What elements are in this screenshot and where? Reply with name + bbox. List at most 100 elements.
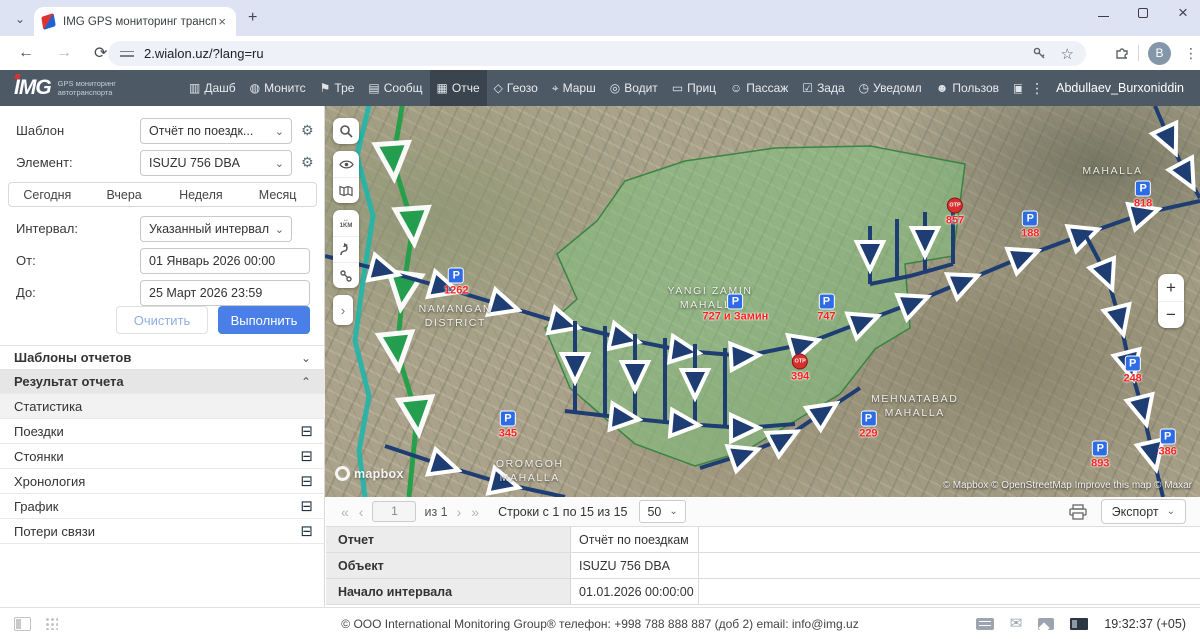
back-icon[interactable]: ←: [18, 44, 34, 62]
zoom-in-button[interactable]: +: [1158, 274, 1184, 301]
extensions-icon[interactable]: [1114, 45, 1130, 61]
table-icon[interactable]: ⊟: [300, 474, 313, 489]
first-page-icon[interactable]: «: [336, 504, 354, 520]
tab-close-icon[interactable]: ×: [216, 14, 228, 29]
window-restore-icon[interactable]: [1136, 6, 1150, 20]
mapbox-logo[interactable]: mapbox: [335, 466, 404, 481]
execute-button[interactable]: Выполнить: [218, 306, 310, 334]
nav-item-notifications[interactable]: ◷Уведомл: [852, 70, 929, 106]
bookmark-star-icon[interactable]: ☆: [1061, 45, 1074, 63]
prev-page-icon[interactable]: ‹: [354, 504, 369, 520]
parking-marker[interactable]: P727 и Замин: [702, 294, 768, 323]
table-row-value[interactable]: Отчёт по поездкам: [571, 527, 699, 552]
quick-range-3[interactable]: Месяц: [239, 183, 316, 206]
print-icon[interactable]: [1069, 504, 1087, 520]
result-row[interactable]: Статистика: [0, 393, 325, 418]
password-key-icon[interactable]: [1032, 46, 1047, 61]
toolbar-collapse-icon[interactable]: ›: [333, 295, 353, 325]
nearest-units-icon[interactable]: [333, 262, 359, 288]
stop-marker[interactable]: ОТР857: [946, 197, 964, 226]
visibility-eye-icon[interactable]: [333, 151, 359, 177]
refresh-icon[interactable]: ⟳: [94, 43, 107, 63]
track-player-icon[interactable]: [333, 236, 359, 262]
result-row[interactable]: Стоянки⊟: [0, 443, 325, 468]
user-menu[interactable]: Abdullaev_Burxoniddin: [1056, 81, 1184, 95]
site-settings-icon[interactable]: [120, 49, 134, 59]
tab-search-button[interactable]: ⌄: [8, 8, 32, 30]
nav-item-tasks[interactable]: ☑Зада: [795, 70, 851, 106]
driver-card-icon[interactable]: [1070, 618, 1088, 630]
parking-marker[interactable]: P747: [817, 294, 835, 323]
new-tab-button[interactable]: +: [248, 9, 257, 27]
result-row[interactable]: Потери связи⊟: [0, 518, 325, 543]
forward-icon[interactable]: →: [56, 44, 72, 62]
apps-grid-icon[interactable]: [45, 617, 58, 630]
clear-button[interactable]: Очистить: [116, 306, 208, 334]
profile-avatar[interactable]: B: [1148, 42, 1171, 65]
gallery-icon[interactable]: [1038, 618, 1054, 630]
page-size-select[interactable]: 50⌄: [639, 500, 685, 523]
unit-settings-icon[interactable]: ⚙: [301, 154, 314, 171]
parking-marker[interactable]: P893: [1091, 441, 1109, 470]
nav-item-users[interactable]: ☻Пользов: [929, 70, 1006, 106]
zoom-out-button[interactable]: −: [1158, 301, 1184, 328]
ruler-scale-icon[interactable]: ↔1KM: [333, 210, 359, 236]
next-page-icon[interactable]: ›: [452, 504, 467, 520]
interval-select[interactable]: Указанный интервал⌄: [140, 216, 292, 242]
nav-item-tracks[interactable]: ⚑Тре: [313, 70, 362, 106]
page-number-input[interactable]: 1: [372, 501, 416, 522]
stop-marker[interactable]: ОТР394: [791, 353, 809, 382]
unit-select[interactable]: ISUZU 756 DBA⌄: [140, 150, 292, 176]
parking-marker[interactable]: P818: [1134, 181, 1152, 210]
table-row-value[interactable]: ISUZU 756 DBA: [571, 553, 699, 578]
address-bar[interactable]: 2.wialon.uz/?lang=ru ☆: [108, 41, 1086, 66]
nav-item-drivers[interactable]: ◎Водит: [603, 70, 665, 106]
template-settings-icon[interactable]: ⚙: [301, 122, 314, 139]
quick-range-1[interactable]: Вчера: [86, 183, 163, 206]
table-icon[interactable]: ⊟: [300, 449, 313, 464]
section-report-result[interactable]: Результат отчета ⌃: [0, 369, 325, 393]
parking-marker[interactable]: P345: [499, 411, 517, 440]
map-layers-icon[interactable]: [333, 177, 359, 203]
parking-marker[interactable]: P188: [1021, 210, 1039, 239]
map-search-icon[interactable]: [333, 118, 359, 144]
map-attribution[interactable]: © Mapbox © OpenStreetMap Improve this ma…: [943, 480, 1192, 491]
nav-item-dashboard[interactable]: ▥Дашб: [182, 70, 243, 106]
table-row-value[interactable]: 01.01.2026 00:00:00: [571, 579, 699, 604]
mail-notification-icon[interactable]: ✉: [1010, 618, 1023, 630]
export-button[interactable]: Экспорт⌄: [1101, 499, 1186, 524]
browser-menu-icon[interactable]: ⋮: [1184, 45, 1198, 62]
window-minimize-icon[interactable]: [1096, 6, 1110, 20]
from-input[interactable]: 01 Январь 2026 00:00: [140, 248, 310, 274]
nav-item-routes[interactable]: ⌖Марш: [545, 70, 603, 106]
parking-marker[interactable]: P229: [859, 411, 877, 440]
quick-range-2[interactable]: Неделя: [163, 183, 240, 206]
panel-toggle-icon[interactable]: [14, 617, 31, 631]
result-row[interactable]: Хронология⊟: [0, 468, 325, 493]
last-page-icon[interactable]: »: [466, 504, 484, 520]
nav-item-geofences[interactable]: ◇Геозо: [487, 70, 545, 106]
quick-range-0[interactable]: Сегодня: [9, 183, 86, 206]
parking-marker[interactable]: P248: [1123, 355, 1141, 384]
window-close-icon[interactable]: ×: [1176, 6, 1190, 20]
nav-item-reports[interactable]: ▦Отче: [430, 70, 487, 106]
result-row[interactable]: Поездки⊟: [0, 418, 325, 443]
result-row[interactable]: График⊟: [0, 493, 325, 518]
nav-item-messages[interactable]: ▤Сообщ: [361, 70, 429, 106]
nav-item-units[interactable]: ▣Объе: [1006, 70, 1022, 106]
browser-tab[interactable]: IMG GPS мониторинг транспо ×: [34, 7, 236, 36]
table-icon[interactable]: ⊟: [300, 424, 313, 439]
template-select[interactable]: Отчёт по поездк...⌄: [140, 118, 292, 144]
map-view[interactable]: NAMANGAN DISTRICTYANGI ZAMIN MAHALLAMEHN…: [325, 106, 1200, 497]
nav-more-icon[interactable]: ⋮: [1022, 80, 1052, 97]
table-icon[interactable]: ⊟: [300, 524, 313, 539]
nav-item-passengers[interactable]: ☺Пассаж: [723, 70, 795, 106]
app-logo[interactable]: IMG GPS мониторинг автотранспорта: [14, 76, 182, 100]
nav-item-trailers[interactable]: ▭Приц: [665, 70, 723, 106]
section-report-templates[interactable]: Шаблоны отчетов ⌄: [0, 345, 325, 369]
nav-item-monitoring[interactable]: ◍Монитс: [243, 70, 313, 106]
parking-marker[interactable]: P386: [1158, 429, 1176, 458]
parking-marker[interactable]: P1262: [444, 267, 468, 296]
table-icon[interactable]: ⊟: [300, 499, 313, 514]
chat-icon[interactable]: [976, 618, 994, 630]
